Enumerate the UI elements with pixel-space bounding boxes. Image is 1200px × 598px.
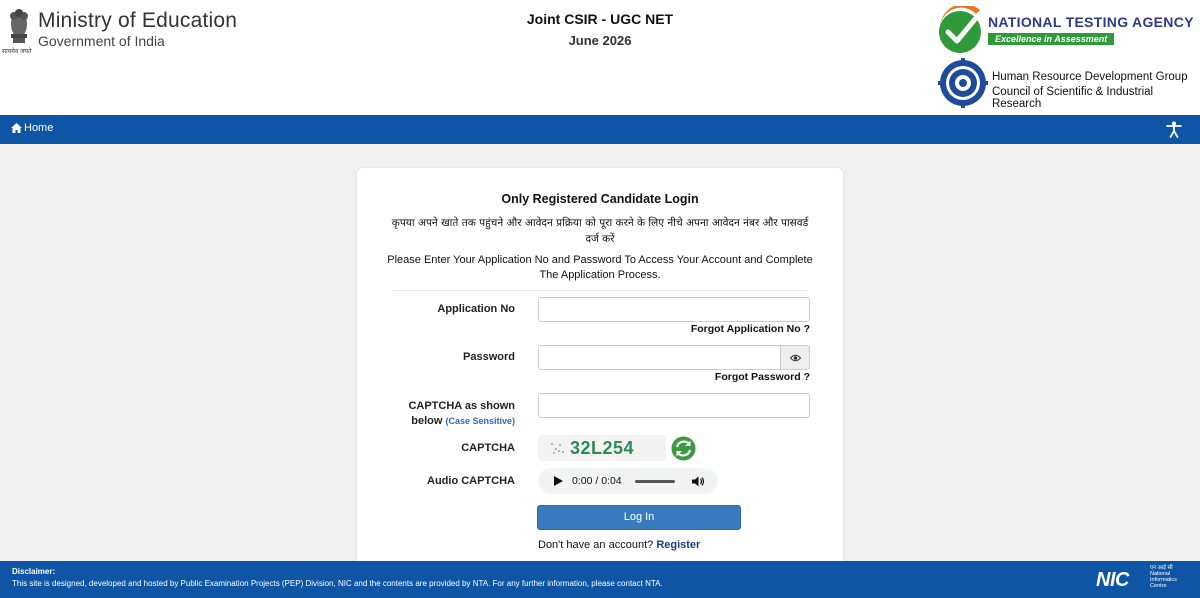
show-password-button[interactable]: [780, 345, 810, 370]
application-no-label: Application No: [437, 303, 515, 315]
csir-line-1: Human Resource Development Group: [992, 71, 1188, 83]
nav-home-link[interactable]: Home: [11, 122, 53, 134]
forgot-password-link[interactable]: Forgot Password ?: [715, 371, 810, 383]
captcha-image: 32L254: [538, 435, 666, 461]
eye-icon: [789, 354, 801, 361]
exam-session: June 2026: [568, 33, 632, 48]
forgot-application-link[interactable]: Forgot Application No ?: [691, 323, 810, 335]
captcha-input[interactable]: [538, 393, 810, 418]
login-hindi-instruction: कृपया अपने खाते तक पहुंचने और आवेदन प्रक…: [391, 217, 809, 245]
audio-captcha-label: Audio CAPTCHA: [427, 475, 515, 487]
register-prompt: Don't have an account? Register: [538, 539, 700, 551]
login-english-instruction: Please Enter Your Application No and Pas…: [387, 254, 813, 281]
audio-time: 0:00 / 0:04: [572, 475, 622, 487]
password-label: Password: [463, 351, 515, 363]
captcha-input-label: CAPTCHA as shown below (Case Sensitive): [387, 399, 515, 429]
volume-icon[interactable]: [692, 476, 705, 487]
login-button[interactable]: Log In: [537, 505, 741, 530]
nta-name: NATIONAL TESTING AGENCY: [988, 14, 1194, 30]
captcha-noise: [551, 443, 564, 454]
nav-home-label: Home: [24, 122, 54, 134]
ministry-title: Ministry of Education: [38, 9, 238, 32]
ministry-subtitle: Government of India: [38, 33, 165, 49]
case-sensitive-note: (Case Sensitive): [445, 416, 515, 426]
register-prompt-text: Don't have an account?: [538, 539, 654, 551]
nic-caption: एन आई सी National Informatics Centre: [1150, 565, 1190, 589]
card-divider: [393, 290, 807, 291]
nta-logo-icon: [939, 6, 982, 53]
audio-progress-track[interactable]: [635, 480, 675, 483]
disclaimer-title: Disclaimer:: [12, 567, 56, 576]
nic-logo: NIC: [1096, 569, 1129, 591]
home-icon: [11, 123, 22, 133]
site-footer: Disclaimer: This site is designed, devel…: [0, 561, 1200, 598]
csir-logo-icon: [938, 58, 988, 108]
captcha-label: CAPTCHA: [461, 442, 515, 454]
audio-captcha-player: 0:00 / 0:04: [538, 468, 718, 494]
disclaimer-text: This site is designed, developed and hos…: [12, 579, 663, 588]
captcha-text: 32L254: [570, 438, 635, 458]
play-icon[interactable]: [554, 476, 563, 486]
nta-tagline: Excellence in Assessment: [988, 33, 1115, 45]
refresh-icon[interactable]: [671, 436, 696, 461]
emblem-caption: सत्यमेव जयते: [2, 48, 32, 55]
password-input[interactable]: [538, 345, 780, 370]
exam-title: Joint CSIR - UGC NET: [526, 11, 674, 27]
login-card: Only Registered Candidate Login कृपया अप…: [357, 168, 843, 568]
top-navbar: Home: [0, 115, 1200, 144]
register-link[interactable]: Register: [656, 539, 700, 551]
site-header: सत्यमेव जयते Ministry of Education Gover…: [0, 0, 1200, 115]
application-no-input[interactable]: [538, 297, 810, 322]
csir-line-2: Council of Scientific & Industrial Resea…: [992, 86, 1154, 110]
accessibility-icon[interactable]: [1166, 121, 1182, 138]
login-title: Only Registered Candidate Login: [501, 192, 699, 206]
nic-english-text: National Informatics Centre: [1150, 571, 1177, 589]
